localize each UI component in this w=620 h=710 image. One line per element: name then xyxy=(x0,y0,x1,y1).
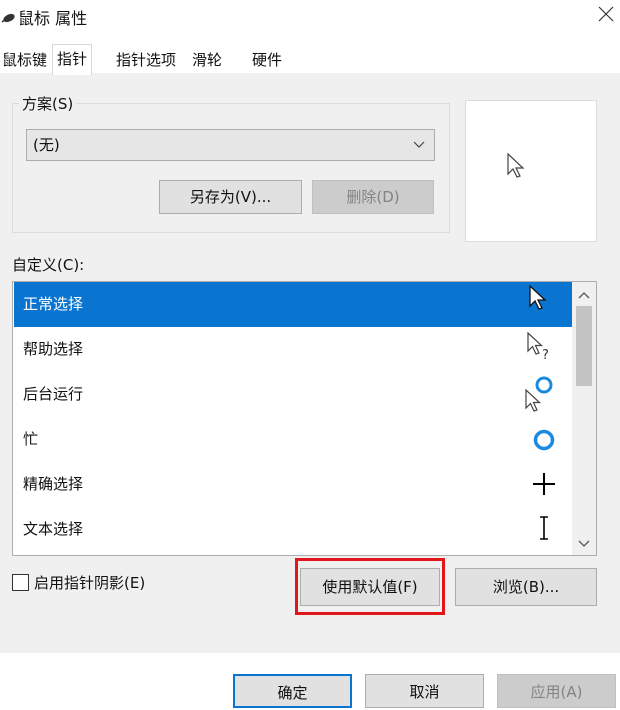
window-title: 鼠标 属性 xyxy=(18,9,88,28)
busy-cursor-icon xyxy=(522,417,558,462)
help-cursor-icon: ? xyxy=(522,327,558,372)
save-as-button[interactable]: 另存为(V)... xyxy=(159,180,302,214)
arrow-cursor-icon xyxy=(522,282,558,327)
scroll-thumb[interactable] xyxy=(576,306,592,386)
tab-hardware[interactable]: 硬件 xyxy=(250,48,284,74)
crosshair-cursor-icon xyxy=(522,462,558,507)
list-item-label: 精确选择 xyxy=(23,475,84,493)
list-item[interactable]: 精确选择 xyxy=(14,462,572,507)
cancel-button[interactable]: 取消 xyxy=(365,674,484,708)
delete-button[interactable]: 删除(D) xyxy=(312,180,434,214)
tab-strip: 鼠标键 指针 指针选项 滑轮 硬件 xyxy=(0,44,620,75)
working-cursor-icon xyxy=(522,372,558,417)
list-item-label: 帮助选择 xyxy=(23,340,84,358)
scheme-label: 方案(S) xyxy=(19,93,77,114)
list-item-label: 正常选择 xyxy=(23,295,84,313)
cursor-preview xyxy=(465,100,597,242)
list-item-label: 文本选择 xyxy=(23,520,84,538)
shadow-checkbox[interactable] xyxy=(12,574,29,591)
scroll-down-icon[interactable] xyxy=(572,533,596,555)
scheme-dropdown[interactable]: (无) xyxy=(26,129,435,161)
apply-button[interactable]: 应用(A) xyxy=(497,674,616,708)
list-item[interactable]: 帮助选择 ? xyxy=(14,327,572,372)
tab-buttons[interactable]: 鼠标键 xyxy=(0,48,49,74)
scheme-value: (无) xyxy=(33,136,60,154)
title-bar: 鼠标 属性 xyxy=(0,0,620,34)
browse-button[interactable]: 浏览(B)... xyxy=(455,568,597,606)
tab-wheel[interactable]: 滑轮 xyxy=(190,48,224,74)
svg-text:?: ? xyxy=(542,348,549,363)
text-cursor-icon xyxy=(522,507,558,552)
list-item-label: 忙 xyxy=(23,430,39,448)
arrow-cursor-icon xyxy=(507,152,525,178)
chevron-down-icon xyxy=(413,130,425,170)
tab-pointers[interactable]: 指针 xyxy=(52,44,93,75)
shadow-checkbox-label: 启用指针阴影(E) xyxy=(34,574,146,592)
customize-label: 自定义(C): xyxy=(12,256,85,274)
scroll-up-icon[interactable] xyxy=(572,284,596,306)
highlight-box xyxy=(295,558,445,615)
list-item[interactable]: 正常选择 xyxy=(14,282,572,327)
list-scrollbar[interactable] xyxy=(572,282,596,555)
close-icon xyxy=(598,6,614,22)
list-item[interactable]: 后台运行 xyxy=(14,372,572,417)
close-button[interactable] xyxy=(586,0,620,34)
list-item-label: 后台运行 xyxy=(23,385,84,403)
list-item[interactable]: 忙 xyxy=(14,417,572,462)
tab-pointer-options[interactable]: 指针选项 xyxy=(114,48,178,74)
list-item[interactable]: 文本选择 xyxy=(14,507,572,552)
cursor-list[interactable]: 正常选择 帮助选择 ? 后台运行 忙 精确选择 文本选择 xyxy=(12,281,597,556)
mouse-icon xyxy=(0,9,16,23)
ok-button[interactable]: 确定 xyxy=(233,674,352,708)
